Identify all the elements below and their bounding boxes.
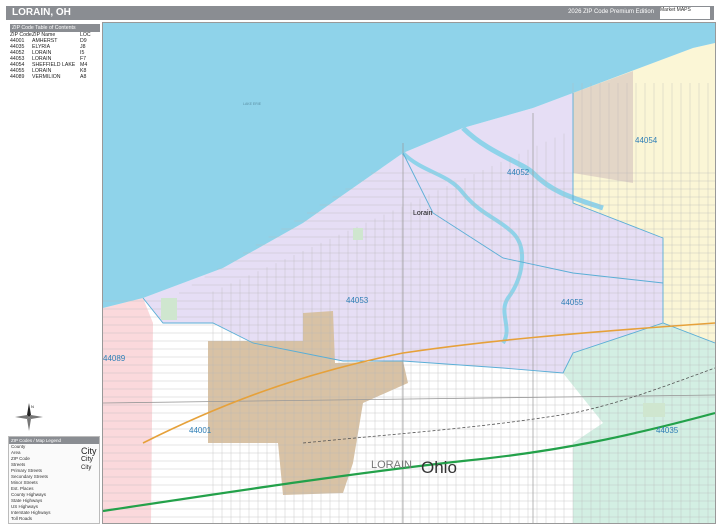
table-cell: VERMILION [32,74,61,80]
map-page: LORAIN, OH 2026 ZIP Code Premium Edition… [0,0,720,528]
page-title: LORAIN, OH [12,7,71,18]
edition-label: 2026 ZIP Code Premium Edition [568,9,654,15]
compass-rose-icon: N [15,403,43,431]
zip-label-44053: 44053 [346,296,369,305]
legend-item: Toll Roads [11,516,33,521]
zip-table-title: ZIP Code Table of Contents [10,24,100,32]
legend-city-sample: City [81,465,92,471]
park [643,403,665,417]
zip-label-44055: 44055 [561,298,584,307]
county-label: LORAIN [371,459,412,471]
zip-code-table: ZIP Code Table of Contents ZIP Code ZIP … [10,24,100,80]
zip-label-44001: 44001 [189,426,212,435]
legend-city-sample: City [81,456,94,463]
zip-area-44089 [103,298,153,523]
zip-label-44054: 44054 [635,136,658,145]
lake-label: LAKE ERIE [243,102,262,106]
zip-label-44035: 44035 [656,426,679,435]
map-svg: Lorain LORAIN Ohio LAKE ERIE 44054 44052… [103,23,715,523]
table-cell: 44089 [10,74,25,80]
park [161,298,177,320]
compass-north-label: N [31,404,34,409]
logo-text: Market MAPS [660,7,691,13]
state-label: Ohio [421,458,457,477]
park [353,228,363,240]
city-label: Lorain [413,210,433,217]
table-row: 44089 VERMILION A8 [10,74,100,80]
table-cell: A8 [80,74,87,80]
legend-city-sample: City [81,446,97,456]
zip-label-44052: 44052 [507,168,530,177]
legend-title: ZIP Codes / Map Legend [9,437,99,444]
map-canvas[interactable]: Lorain LORAIN Ohio LAKE ERIE 44054 44052… [102,22,716,524]
title-bar: LORAIN, OH 2026 ZIP Code Premium Edition… [6,6,714,20]
market-maps-logo: Market MAPS [660,7,710,19]
map-legend: ZIP Codes / Map Legend County Area ZIP Cod… [8,436,100,524]
zip-label-44089: 44089 [103,354,126,363]
